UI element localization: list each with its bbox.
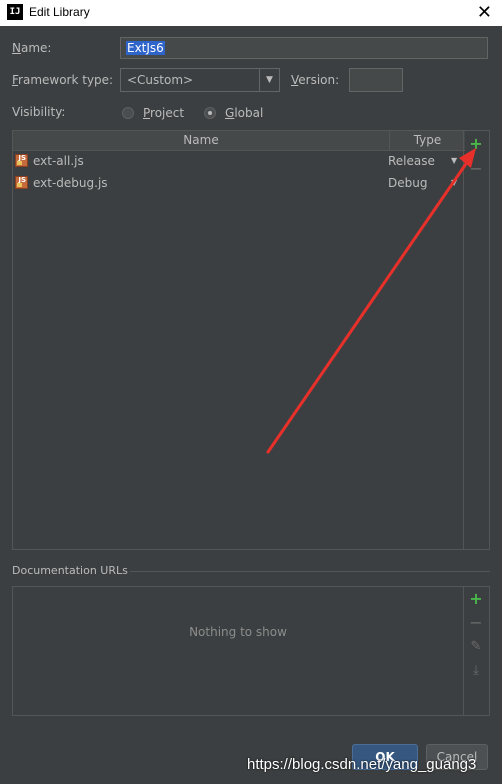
download-icon[interactable]: ⤓ [468,663,484,679]
radio-project[interactable] [122,107,134,119]
file-name: ext-all.js [33,154,84,168]
name-input[interactable]: ExtJs6 [120,37,488,59]
library-files-panel: Name Type + − JS ext-all.js Release ▼ JS… [12,130,490,550]
documentation-urls-panel: Nothing to show + − ✎ ⤓ [12,586,490,716]
intellij-app-icon: IJ [7,4,23,20]
js-file-icon: JS [15,154,28,167]
framework-type-value: <Custom> [127,73,194,87]
name-input-value: ExtJs6 [126,41,165,55]
js-file-icon: JS [15,176,28,189]
visibility-label: Visibility: [12,105,66,119]
chevron-down-icon[interactable]: ▼ [451,178,457,187]
edit-pencil-icon[interactable]: ✎ [468,639,484,655]
framework-type-dropdown[interactable]: <Custom> ▼ [120,68,280,92]
remove-file-icon[interactable]: − [468,161,484,177]
chevron-down-icon[interactable]: ▼ [259,69,279,91]
radio-global-label[interactable]: Global [225,106,263,120]
title-bar: IJ Edit Library ✕ [0,0,502,26]
version-input[interactable] [349,68,403,92]
empty-state-text: Nothing to show [189,625,287,639]
window-title: Edit Library [29,5,90,19]
file-type[interactable]: Release [388,154,435,168]
column-header-name[interactable]: Name [13,131,390,150]
section-divider [130,571,490,572]
remove-url-icon[interactable]: − [468,615,484,631]
framework-type-label: Framework type: [12,73,114,87]
table-row[interactable]: JS ext-all.js Release ▼ [13,151,463,173]
file-type[interactable]: Debug [388,176,427,190]
radio-project-label[interactable]: Project [143,106,184,120]
table-row[interactable]: JS ext-debug.js Debug ▼ [13,173,463,195]
radio-global[interactable] [204,107,216,119]
watermark-text: https://blog.csdn.net/yang_guang3 [247,756,477,773]
table-header: Name Type [13,131,465,151]
add-url-icon[interactable]: + [468,591,484,607]
documentation-urls-label: Documentation URLs [12,564,128,577]
file-name: ext-debug.js [33,176,108,190]
toolbar-divider [463,587,464,715]
toolbar-divider [463,131,464,549]
column-header-type[interactable]: Type [390,131,465,150]
name-label: Name: [12,41,52,55]
add-file-icon[interactable]: + [468,136,484,152]
chevron-down-icon[interactable]: ▼ [451,156,457,165]
close-icon[interactable]: ✕ [477,2,492,23]
version-label: Version: [291,73,340,87]
